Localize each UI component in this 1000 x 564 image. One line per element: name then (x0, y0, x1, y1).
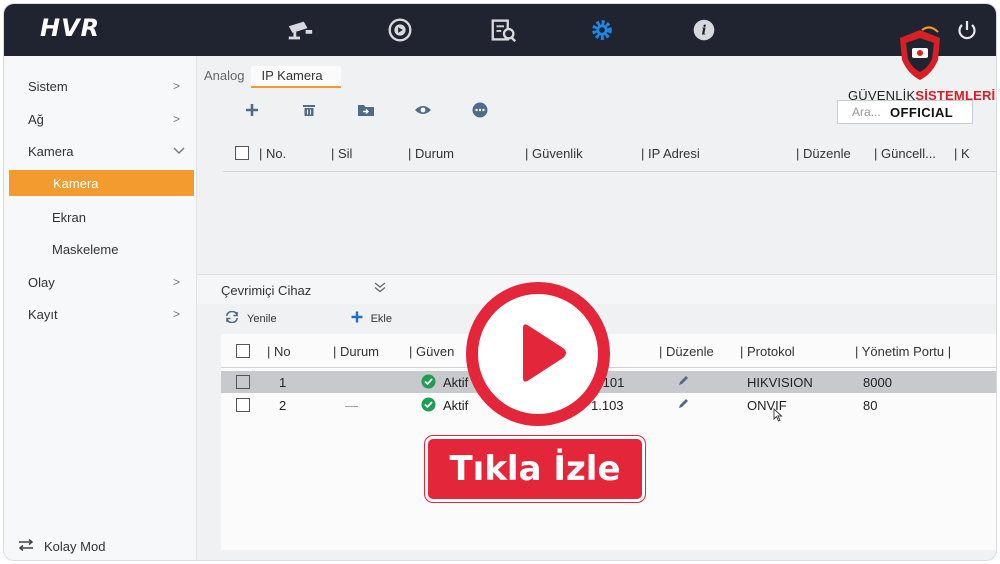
row-durum: — (345, 398, 358, 413)
online-device-bar[interactable]: Çevrimiçi Cihaz (197, 274, 996, 304)
row-protocol: HIKVISION (747, 375, 813, 390)
sidebar-item-label: Olay (28, 274, 55, 290)
row-checkbox[interactable] (236, 398, 250, 415)
column-header: | No. (259, 146, 287, 161)
table-row[interactable]: 2 — Aktif 1.103 ONVIF 80 (221, 394, 996, 422)
row-security: Aktif (443, 398, 469, 413)
column-header: | Sil (331, 146, 353, 161)
column-header: | Durum (333, 344, 380, 359)
tab-bar: Analog IP Kamera (197, 66, 341, 88)
add-label: Ekle (370, 312, 392, 325)
add-icon (351, 311, 363, 326)
chevron-right-icon: > (173, 275, 181, 289)
refresh-button[interactable]: Yenile (225, 310, 277, 326)
svg-text:i: i (702, 24, 707, 39)
row-port: 80 (863, 398, 878, 413)
easy-mode-button[interactable]: Kolay Mod (18, 538, 106, 554)
video-play-button[interactable] (466, 282, 610, 426)
app-window: HVR i Sistem > Ağ > Kamera Kamera Ekran … (4, 4, 996, 560)
brand-name: GÜVENLİKSİSTEMLERİ (848, 88, 996, 103)
row-port: 8000 (863, 375, 892, 390)
refresh-icon (225, 310, 239, 326)
edit-icon[interactable] (677, 397, 690, 413)
sidebar-item-label: Kamera (28, 143, 74, 159)
brand-sub: OFFICIAL (890, 105, 954, 120)
row-security: Aktif (443, 375, 469, 390)
sidebar-item-kamera[interactable]: Kamera (4, 137, 197, 165)
easy-mode-label: Kolay Mod (44, 539, 106, 554)
check-circle-icon (421, 397, 436, 415)
watch-cta-button[interactable]: Tıkla İzle (425, 436, 645, 502)
sidebar-item-ag[interactable]: Ağ > (4, 105, 197, 133)
brand-watermark: GÜVENLİKSİSTEMLERİ OFFICIAL (844, 22, 996, 122)
swap-icon (18, 538, 34, 554)
sidebar-item-kayit[interactable]: Kayıt > (4, 300, 197, 328)
add-icon[interactable] (241, 100, 263, 120)
column-header: | Güncell... (874, 146, 936, 161)
sidebar-item-label: Ekran (52, 209, 86, 225)
view-icon[interactable] (412, 100, 434, 120)
row-ip: 1.103 (591, 398, 624, 413)
settings-icon[interactable] (586, 16, 618, 44)
brand-shield-icon (892, 26, 948, 87)
table-row[interactable]: 1 Aktif .101 HIKVISION 8000 (221, 371, 996, 393)
more-icon[interactable] (469, 100, 491, 120)
sidebar-item-label: Sistem (28, 78, 68, 94)
column-header: | IP Adresi (641, 146, 700, 161)
camera-table-header: | No. | Sil | Durum | Güvenlik | IP Adre… (223, 136, 996, 172)
refresh-label: Yenile (247, 312, 277, 325)
column-header: | Protokol (740, 344, 795, 359)
play-icon (503, 318, 573, 391)
mouse-cursor-icon (773, 407, 783, 425)
app-logo: HVR (40, 14, 101, 42)
import-icon[interactable] (355, 100, 377, 120)
sidebar-subitem-ekran[interactable]: Ekran (4, 203, 197, 231)
select-all-checkbox[interactable] (236, 344, 250, 361)
row-checkbox[interactable] (236, 375, 250, 392)
chevron-down-icon (173, 144, 185, 158)
column-header: | Yönetim Portu | (855, 344, 952, 359)
sidebar-item-label: Maskeleme (52, 241, 119, 257)
column-header: | Durum (408, 146, 455, 161)
edit-icon[interactable] (677, 374, 690, 390)
sidebar-subitem-maskeleme[interactable]: Maskeleme (4, 235, 197, 263)
sidebar-item-label: Kamera (53, 175, 99, 191)
select-all-checkbox[interactable] (235, 146, 249, 163)
camera-icon[interactable] (284, 16, 316, 44)
double-chevron-down-icon[interactable] (373, 280, 387, 297)
tab-ip-kamera[interactable]: IP Kamera (251, 66, 341, 88)
column-header: | K (954, 146, 970, 161)
sidebar-item-label: Ağ (28, 111, 44, 127)
online-actions: Yenile Ekle (225, 310, 392, 326)
sidebar-item-olay[interactable]: Olay > (4, 268, 197, 296)
row-no: 1 (279, 375, 287, 390)
search-file-icon[interactable] (488, 16, 520, 44)
sidebar-item-sistem[interactable]: Sistem > (4, 72, 197, 100)
column-header: | Düzenle (796, 146, 851, 161)
sidebar-subitem-kamera[interactable]: Kamera (9, 170, 194, 196)
row-no: 2 (279, 398, 287, 413)
check-circle-icon (421, 374, 436, 392)
add-device-button[interactable]: Ekle (351, 311, 392, 326)
column-header: | No (267, 344, 291, 359)
column-header: | Düzenle (659, 344, 714, 359)
column-header: | Güvenlik (525, 146, 583, 161)
sidebar: Sistem > Ağ > Kamera Kamera Ekran Maskel… (4, 56, 197, 560)
section-title: Çevrimiçi Cihaz (221, 283, 312, 298)
tab-analog[interactable]: Analog (197, 66, 251, 88)
column-header: | Güven (409, 344, 455, 359)
playback-icon[interactable] (384, 16, 416, 44)
camera-toolbar (241, 100, 491, 120)
chevron-right-icon: > (173, 307, 181, 321)
sidebar-item-label: Kayıt (28, 306, 58, 322)
chevron-right-icon: > (173, 112, 181, 126)
info-icon[interactable]: i (688, 16, 720, 44)
delete-icon[interactable] (298, 100, 320, 120)
chevron-right-icon: > (173, 79, 181, 93)
